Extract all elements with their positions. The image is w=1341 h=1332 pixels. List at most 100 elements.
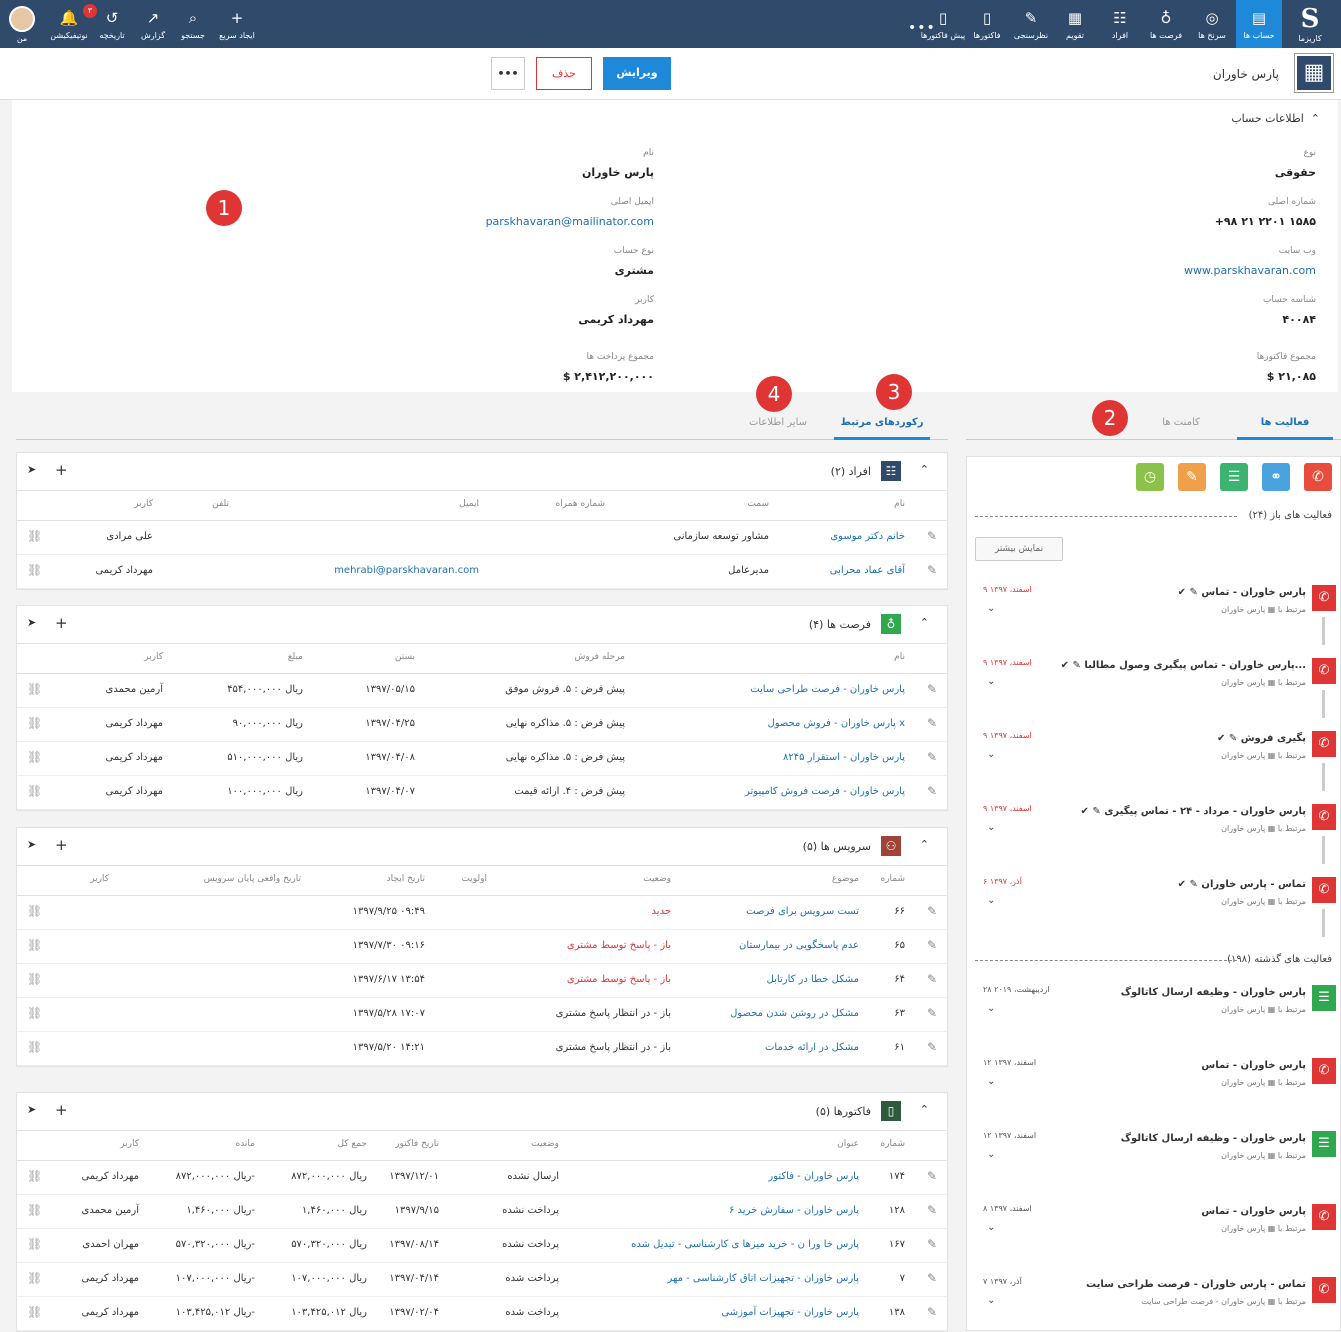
related-record[interactable]: پارس خاوران: [1221, 1151, 1265, 1160]
unlink-icon[interactable]: ⛓: [27, 750, 42, 764]
info-section-toggle[interactable]: اطلاعات حساب ⌃: [1231, 112, 1320, 125]
complete-check-icon[interactable]: ✔: [1217, 733, 1229, 744]
column-header[interactable]: سمت: [747, 499, 769, 509]
field-value[interactable]: parskhavaran@mailinator.com: [486, 215, 654, 228]
edit-pencil-icon[interactable]: ✎: [1229, 733, 1241, 744]
nav-item-0[interactable]: S کاریزما: [1290, 0, 1330, 48]
related-record[interactable]: پارس خاوران: [1221, 751, 1265, 760]
add-icon[interactable]: +: [55, 836, 68, 854]
tab-other-info[interactable]: سایر اطلاعات: [738, 410, 818, 440]
show-more-button[interactable]: نمایش بیشتر: [975, 537, 1063, 561]
table-cell[interactable]: پارس خاوران - تجهیزات اتاق کارشناسی - مه…: [667, 1273, 859, 1284]
activity-item[interactable]: ✆ پارس خاوران - تماس مرتبط با ▦ پارس خاورا…: [967, 1196, 1340, 1264]
chevron-up-icon[interactable]: ⌃: [920, 463, 929, 476]
add-icon[interactable]: +: [55, 461, 68, 479]
activity-item[interactable]: ☰ پارس خاوران - وظیفه ارسال کاتالوگ مرتبط …: [967, 1123, 1340, 1191]
activity-item[interactable]: ✆ ✔ ✎ پارس خاوران - مرداد - ۲۴ - تماس پیگ…: [967, 796, 1340, 864]
column-header[interactable]: نام: [894, 652, 905, 662]
activity-title[interactable]: ✔ ✎ پگیری فروش: [1217, 733, 1306, 744]
edit-pencil-icon[interactable]: ✎: [927, 563, 937, 577]
activity-item[interactable]: ✆ ✔ ✎ پارس خاوران - تماس پیگیری وصول مطال…: [967, 650, 1340, 718]
table-cell[interactable]: مشکل در روشن شدن محصول: [730, 1008, 859, 1019]
nav-item-5[interactable]: ▦ تقویم: [1053, 0, 1097, 48]
table-cell[interactable]: پارس خاوران - فروش محصول x: [767, 718, 905, 729]
chevron-down-icon[interactable]: ⌄: [987, 822, 995, 833]
edit-pencil-icon[interactable]: ✎: [1190, 587, 1202, 598]
select-icon[interactable]: ➤: [27, 838, 36, 851]
column-header[interactable]: مبلغ: [288, 652, 303, 662]
edit-pencil-icon[interactable]: ✎: [927, 904, 937, 918]
chevron-down-icon[interactable]: ⌄: [987, 895, 995, 906]
column-header[interactable]: کاربر: [134, 499, 153, 509]
column-header[interactable]: نام: [894, 499, 905, 509]
unlink-icon[interactable]: ⛓: [27, 529, 42, 543]
column-header[interactable]: کاربر: [90, 874, 109, 884]
activity-title[interactable]: پارس خاوران - تماس: [1201, 1060, 1306, 1071]
edit-pencil-icon[interactable]: ✎: [927, 716, 937, 730]
nav-left-item-5[interactable]: من: [0, 0, 46, 48]
related-record[interactable]: پارس خاوران: [1221, 1005, 1265, 1014]
activity-title[interactable]: پارس خاوران - وظیفه ارسال کاتالوگ: [1121, 987, 1306, 998]
nav-item-2[interactable]: ◎ سرنخ ها: [1190, 0, 1234, 48]
column-header[interactable]: عنوان: [837, 1139, 859, 1149]
unlink-icon[interactable]: ⛓: [27, 1169, 42, 1183]
edit-pencil-icon[interactable]: ✎: [927, 1305, 937, 1319]
edit-pencil-icon[interactable]: ✎: [927, 1237, 937, 1251]
nav-item-4[interactable]: ☷ افراد: [1100, 0, 1140, 48]
new-note-icon[interactable]: ✎: [1178, 463, 1206, 491]
activity-item[interactable]: ✆ ✔ ✎ پارس خاوران - تماس مرتبط با ▦ پارس خ…: [967, 577, 1340, 645]
new-call-icon[interactable]: ✆: [1304, 463, 1332, 491]
related-record[interactable]: پارس خاوران: [1221, 1078, 1265, 1087]
activity-title[interactable]: ✔ ✎ تماس - پارس خاوران: [1178, 879, 1306, 890]
table-cell[interactable]: مشکل در ارائه خدمات: [765, 1042, 859, 1053]
edit-pencil-icon[interactable]: ✎: [927, 1006, 937, 1020]
column-header[interactable]: موضوع: [832, 874, 859, 884]
table-cell[interactable]: خانم دکتر موسوی: [830, 531, 905, 542]
activity-title[interactable]: پارس خاوران - تماس: [1201, 1206, 1306, 1217]
column-header[interactable]: شماره: [880, 874, 905, 884]
new-task-icon[interactable]: ☰: [1220, 463, 1248, 491]
table-cell[interactable]: تست سرویس برای فرصت: [746, 906, 859, 917]
chevron-up-icon[interactable]: ⌃: [920, 616, 929, 629]
activity-title[interactable]: تماس - پارس خاوران - فرصت طراحی سایت: [1086, 1279, 1306, 1290]
edit-pencil-icon[interactable]: ✎: [927, 682, 937, 696]
edit-pencil-icon[interactable]: ✎: [927, 938, 937, 952]
column-header[interactable]: مرحله فروش: [574, 652, 625, 662]
chevron-up-icon[interactable]: ⌃: [920, 1103, 929, 1116]
column-header[interactable]: شماره: [880, 1139, 905, 1149]
table-cell[interactable]: مشکل خطا در کارتابل: [767, 974, 859, 985]
nav-item-6[interactable]: ✎ نظرسنجی: [1009, 0, 1053, 48]
chevron-up-icon[interactable]: ⌃: [920, 838, 929, 851]
nav-item-1[interactable]: ▤ حساب ها: [1236, 0, 1282, 48]
chevron-down-icon[interactable]: ⌄: [987, 1149, 995, 1160]
column-header[interactable]: تاریخ ایجاد: [387, 874, 425, 884]
unlink-icon[interactable]: ⛓: [27, 1040, 42, 1054]
chevron-down-icon[interactable]: ⌄: [987, 749, 995, 760]
column-header[interactable]: اولویت: [461, 874, 487, 884]
nav-left-item-2[interactable]: ↗ گزارش: [129, 0, 177, 48]
edit-button[interactable]: ویرایش: [603, 57, 671, 90]
table-cell[interactable]: mehrabi@parskhavaran.com: [334, 565, 479, 576]
chevron-down-icon[interactable]: ⌄: [987, 676, 995, 687]
complete-check-icon[interactable]: ✔: [1178, 879, 1190, 890]
nav-item-7[interactable]: ▯ فاکتورها: [965, 0, 1009, 48]
edit-pencil-icon[interactable]: ✎: [1190, 879, 1202, 890]
table-cell[interactable]: پارس خاوران - فرصت طراحی سایت: [750, 684, 905, 695]
tab-activities[interactable]: فعالیت ها: [1237, 410, 1333, 440]
complete-check-icon[interactable]: ✔: [1061, 660, 1073, 671]
table-cell[interactable]: عدم پاسخگویی در بیمارستان: [739, 940, 859, 951]
unlink-icon[interactable]: ⛓: [27, 1006, 42, 1020]
delete-button[interactable]: حذف: [536, 57, 592, 90]
edit-pencil-icon[interactable]: ✎: [927, 1169, 937, 1183]
tab-related-records[interactable]: رکوردهای مرتبط: [834, 410, 930, 440]
chevron-down-icon[interactable]: ⌄: [987, 1076, 995, 1087]
related-record[interactable]: پارس خاوران: [1221, 1224, 1265, 1233]
more-nav-button[interactable]: •••: [908, 20, 936, 36]
table-cell[interactable]: پارس خاوران - استقرار ۸۲۴۵: [783, 752, 905, 763]
new-reminder-icon[interactable]: ◷: [1136, 463, 1164, 491]
column-header[interactable]: کاربر: [120, 1139, 139, 1149]
table-cell[interactable]: پارس خا ورا ن - خرید میزها ی کارشناسی - …: [631, 1239, 859, 1250]
column-header[interactable]: جمع کل: [337, 1139, 367, 1149]
column-header[interactable]: وضعیت: [531, 1139, 559, 1149]
column-header[interactable]: شماره همراه: [555, 499, 605, 509]
